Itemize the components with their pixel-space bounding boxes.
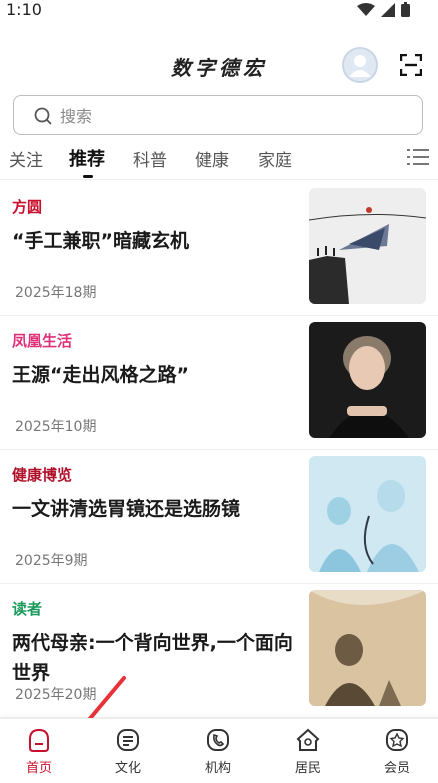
nav-residents[interactable]: 居民 (273, 727, 343, 776)
app-header: 数字德宏 (0, 42, 438, 88)
nav-label: 机构 (204, 761, 231, 776)
tab-follow[interactable]: 关注 (9, 146, 43, 171)
article-title[interactable]: 两代母亲:一个背向世界,一个面向世界 (12, 628, 297, 688)
thumbnail-image (309, 456, 426, 572)
battery-icon (401, 2, 410, 17)
status-time: 1:10 (6, 0, 42, 19)
thumbnail-image (309, 188, 426, 304)
tab-family[interactable]: 家庭 (258, 146, 292, 171)
nav-organization[interactable]: 机构 (183, 727, 253, 776)
list-item[interactable]: 读者 两代母亲:一个背向世界,一个面向世界 2025年20期 (0, 584, 438, 718)
issue-label: 2025年18期 (15, 285, 97, 301)
list-item[interactable]: 凤凰生活 王源“走出风格之路” 2025年10期 (0, 316, 438, 450)
article-thumbnail[interactable] (309, 322, 426, 438)
status-icons (357, 2, 410, 17)
tab-recommend[interactable]: 推荐 (69, 145, 105, 171)
thumbnail-image (309, 322, 426, 438)
article-thumbnail[interactable] (309, 590, 426, 706)
home-icon (29, 728, 49, 752)
issue-label: 2025年9期 (15, 553, 88, 569)
active-tab-indicator (83, 175, 93, 178)
nav-label: 会员 (383, 761, 410, 776)
list-item[interactable]: 健康博览 一文讲清选胃镜还是选肠镜 2025年9期 (0, 450, 438, 584)
nav-label: 文化 (114, 761, 141, 776)
tab-science[interactable]: 科普 (133, 146, 167, 171)
source-label: 凤凰生活 (12, 332, 73, 350)
category-tabs: 关注 推荐 科普 健康 家庭 (0, 140, 438, 180)
article-title[interactable]: 一文讲清选胃镜还是选肠镜 (12, 494, 297, 524)
tab-health[interactable]: 健康 (195, 146, 229, 171)
wifi-icon (357, 2, 375, 16)
source-label: 健康博览 (12, 466, 73, 484)
issue-label: 2025年20期 (15, 687, 97, 703)
issue-label: 2025年10期 (15, 419, 97, 435)
nav-label: 首页 (25, 761, 52, 776)
source-label: 读者 (12, 600, 43, 618)
nav-culture[interactable]: 文化 (93, 727, 163, 776)
thumbnail-image (309, 590, 426, 706)
nav-home[interactable]: 首页 (4, 727, 74, 776)
menu-icon[interactable] (407, 148, 429, 166)
user-avatar-icon (344, 49, 376, 81)
culture-icon (117, 729, 139, 751)
search-input[interactable] (60, 104, 400, 128)
source-label: 方圆 (12, 198, 43, 216)
signal-icon (381, 2, 395, 17)
bottom-nav: 首页 文化 机构 居民 会员 (0, 718, 438, 783)
scan-icon[interactable] (400, 54, 422, 76)
search-icon (34, 107, 52, 125)
article-title[interactable]: “手工兼职”暗藏玄机 (12, 226, 297, 256)
member-icon (386, 729, 408, 751)
avatar[interactable] (342, 47, 378, 83)
search-box[interactable] (13, 95, 423, 135)
article-title[interactable]: 王源“走出风格之路” (12, 360, 297, 390)
status-bar: 1:10 (0, 0, 438, 22)
nav-member[interactable]: 会员 (362, 727, 432, 776)
list-item[interactable]: 方圆 “手工兼职”暗藏玄机 2025年18期 (0, 182, 438, 316)
article-thumbnail[interactable] (309, 456, 426, 572)
residents-icon (296, 728, 320, 751)
organization-icon (207, 729, 229, 751)
nav-label: 居民 (294, 761, 321, 776)
article-thumbnail[interactable] (309, 188, 426, 304)
